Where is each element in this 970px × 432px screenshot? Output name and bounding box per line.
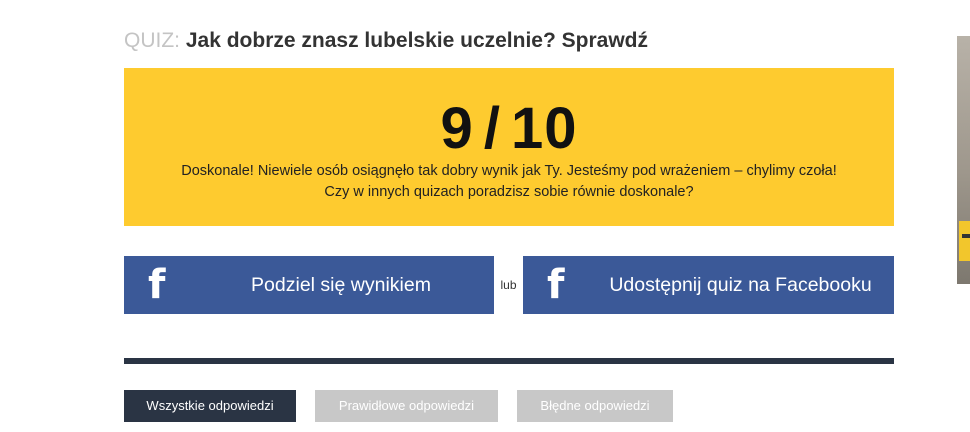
tab-all-answers[interactable]: Wszystkie odpowiedzi [124,390,296,422]
tab-correct-answers[interactable]: Prawidłowe odpowiedzi [315,390,498,422]
sidebar-ad-yellow-block [959,221,970,261]
share-result-button[interactable]: f Podziel się wynikiem [124,256,494,314]
score-separator: / [483,96,501,161]
quiz-prefix: QUIZ: [124,29,180,52]
share-result-label: Podziel się wynikiem [251,274,431,296]
quiz-name: Jak dobrze znasz lubelskie uczelnie? Spr… [185,29,648,52]
tab-wrong-answers[interactable]: Błędne odpowiedzi [517,390,673,422]
score-display: 9/10 [124,94,894,164]
section-divider [124,358,894,364]
share-quiz-label: Udostępnij quiz na Facebooku [609,274,872,296]
or-label: lub [500,278,517,292]
score-total: 10 [510,96,578,161]
sidebar-ad-dark-mark [962,234,970,238]
score-value: 9 [440,96,474,161]
share-quiz-button[interactable]: f Udostępnij quiz na Facebooku [523,256,894,314]
facebook-icon: f [148,262,166,308]
sidebar-ad-image[interactable] [957,36,970,284]
quiz-title: QUIZ: Jak dobrze znasz lubelskie uczelni… [124,28,648,54]
result-message-line-1: Doskonale! Niewiele osób osiągnęło tak d… [181,163,837,179]
result-message-line-2: Czy w innych quizach poradzisz sobie rów… [324,184,694,200]
facebook-icon: f [547,262,565,308]
result-box: 9/10 Doskonale! Niewiele osób osiągnęło … [124,68,894,226]
result-message: Doskonale! Niewiele osób osiągnęło tak d… [124,161,894,203]
